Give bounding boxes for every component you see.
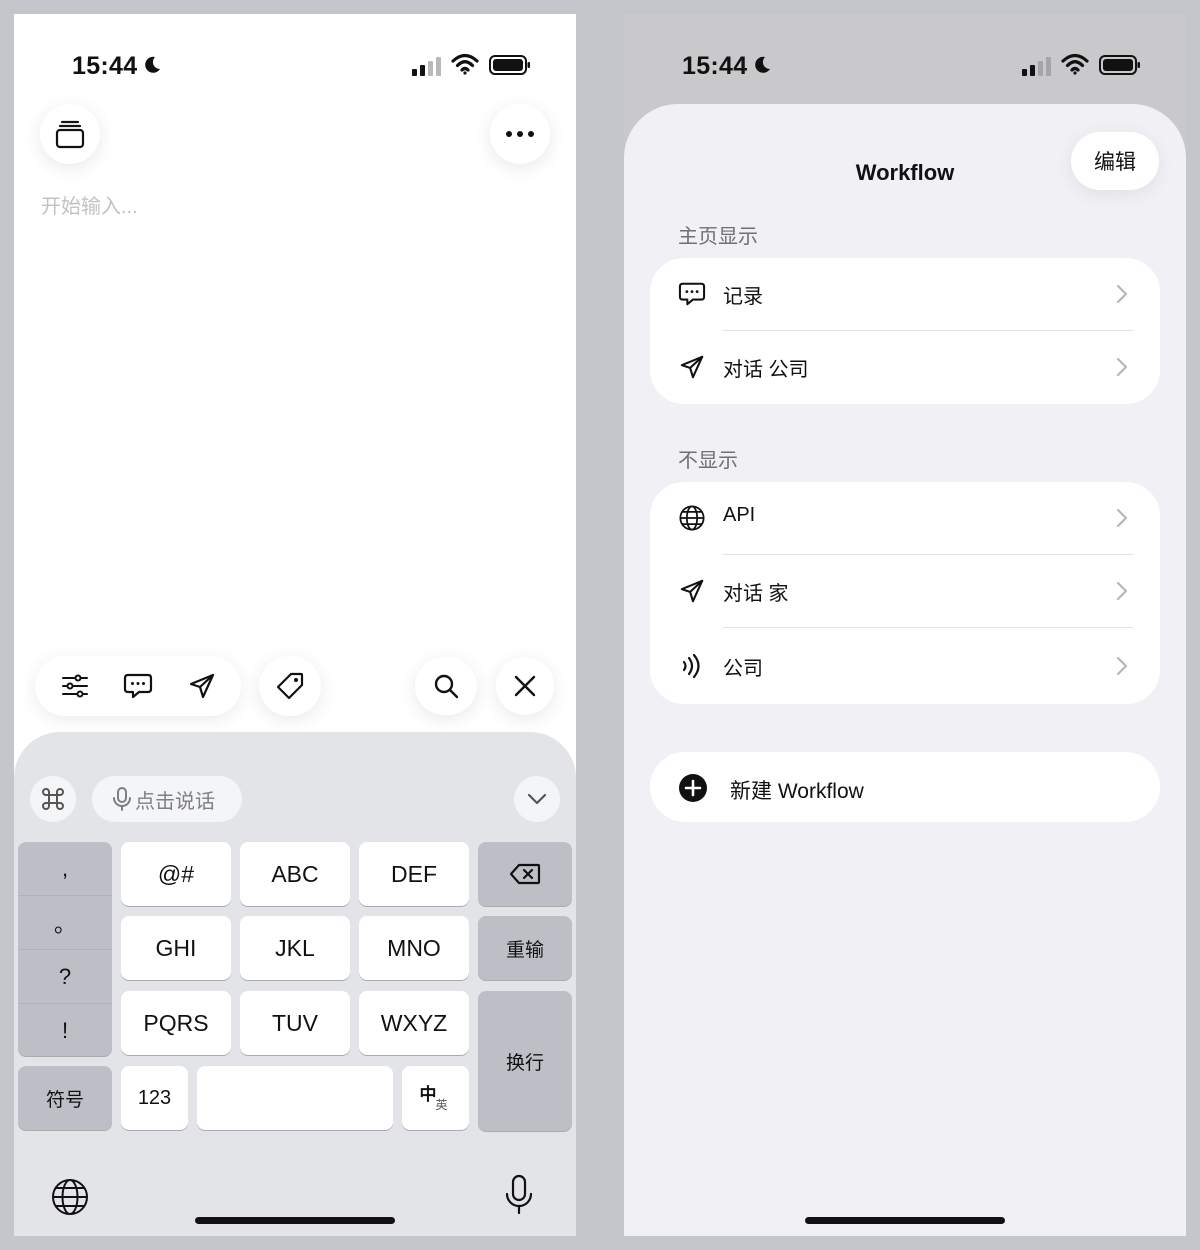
workflow-row[interactable]: 公司 (650, 630, 1160, 702)
key-tuv[interactable]: TUV (240, 991, 350, 1055)
cellular-signal-icon (1022, 57, 1051, 76)
globe-icon[interactable] (51, 1178, 89, 1216)
wifi-icon (1061, 53, 1089, 75)
chevron-down-icon (527, 793, 547, 805)
globe-icon (678, 504, 706, 532)
workflow-row[interactable]: API (650, 482, 1160, 554)
workflow-row[interactable]: 记录 (650, 258, 1160, 330)
punctuation-key[interactable]: ? (18, 950, 112, 1003)
key-wxyz[interactable]: WXYZ (359, 991, 469, 1055)
status-time: 15:44 (682, 52, 748, 80)
close-icon (514, 675, 536, 697)
close-button[interactable] (496, 657, 554, 715)
newline-key[interactable]: 换行 (478, 991, 572, 1131)
row-divider (723, 627, 1133, 628)
language-switch-glyph: 中 英 (420, 1082, 452, 1114)
wifi-icon (451, 53, 479, 75)
status-time: 15:44 (72, 52, 138, 80)
edit-button[interactable]: 编辑 (1071, 132, 1159, 190)
workflow-row-label: 对话 公司 (723, 359, 809, 381)
send-icon (678, 353, 706, 381)
symbols-key[interactable]: 符号 (18, 1066, 112, 1130)
section-label-shown: 主页显示 (678, 226, 758, 248)
battery-icon (489, 55, 530, 75)
stack-icon (55, 120, 85, 149)
command-icon (42, 788, 64, 810)
delete-key[interactable] (478, 842, 572, 906)
home-indicator (195, 1217, 395, 1224)
punctuation-key[interactable]: , (18, 842, 112, 895)
editor-toolbar (35, 656, 241, 716)
sliders-icon (62, 674, 88, 698)
cellular-signal-icon (412, 57, 441, 76)
workflow-row[interactable]: 对话 公司 (650, 331, 1160, 403)
language-switch-key[interactable]: 中 英 (402, 1066, 469, 1130)
battery-icon (1099, 55, 1140, 75)
chevron-right-icon (1116, 357, 1128, 377)
key-abc[interactable]: ABC (240, 842, 350, 906)
search-icon (434, 674, 459, 699)
lang-sub-label: 英 (435, 1098, 448, 1112)
workflow-screen: 15:44 Workflow 编辑 主页显示 记录 对话 公司 不显示 API … (624, 14, 1186, 1236)
punctuation-column[interactable]: , 。 ? ! (18, 842, 112, 1056)
chat-bubble-icon (123, 673, 153, 699)
lang-main-label: 中 (419, 1085, 437, 1104)
new-workflow-button[interactable]: 新建 Workflow (650, 752, 1160, 822)
send-button[interactable] (172, 656, 232, 716)
key-pqrs[interactable]: PQRS (121, 991, 231, 1055)
more-options-button[interactable] (490, 104, 550, 164)
key-mno[interactable]: MNO (359, 916, 469, 980)
numbers-key[interactable]: 123 (121, 1066, 188, 1130)
workflow-row[interactable]: 对话 家 (650, 555, 1160, 627)
status-bar: 15:44 (14, 14, 576, 118)
chevron-right-icon (1116, 508, 1128, 528)
new-workflow-label: 新建 Workflow (730, 780, 864, 803)
send-icon (678, 577, 706, 605)
note-input[interactable]: 开始输入... (41, 190, 138, 219)
punctuation-key[interactable]: 。 (18, 896, 112, 949)
punctuation-key[interactable]: ! (18, 1004, 112, 1057)
moon-icon (755, 56, 770, 73)
editor-screen: 15:44 开始输入... 点击说话 , 。 ? ! @# ABC DEF GH… (14, 14, 576, 1236)
hide-keyboard-button[interactable] (514, 776, 560, 822)
retype-key[interactable]: 重输 (478, 916, 572, 980)
voice-input-button[interactable]: 点击说话 (92, 776, 242, 822)
home-indicator (805, 1217, 1005, 1224)
backspace-icon (509, 863, 541, 885)
workflow-row-label: 对话 家 (723, 583, 789, 605)
hidden-workflows-card: API 对话 家 公司 (650, 482, 1160, 704)
microphone-icon (113, 787, 131, 811)
key-ghi[interactable]: GHI (121, 916, 231, 980)
chevron-right-icon (1116, 284, 1128, 304)
chevron-right-icon (1116, 581, 1128, 601)
chevron-right-icon (1116, 656, 1128, 676)
ellipsis-icon (506, 131, 534, 137)
workflow-sheet: Workflow 编辑 主页显示 记录 对话 公司 不显示 API 对话 家 公… (624, 104, 1186, 1236)
space-key[interactable] (197, 1066, 393, 1130)
record-button[interactable] (108, 656, 168, 716)
key-jkl[interactable]: JKL (240, 916, 350, 980)
workflow-row-label: 公司 (723, 658, 763, 680)
moon-icon (145, 56, 160, 73)
status-bar: 15:44 (624, 14, 1186, 118)
key-symbols-1[interactable]: @# (121, 842, 231, 906)
wave-icon (678, 652, 706, 680)
voice-input-label: 点击说话 (135, 790, 215, 813)
workflow-row-label: 记录 (723, 286, 763, 308)
tag-button[interactable] (259, 656, 321, 716)
send-icon (189, 673, 215, 699)
search-button[interactable] (415, 657, 477, 715)
workflow-row-label: API (723, 504, 756, 526)
tag-icon (276, 672, 304, 700)
settings-button[interactable] (45, 656, 105, 716)
dictation-microphone-icon[interactable] (504, 1174, 534, 1216)
key-def[interactable]: DEF (359, 842, 469, 906)
keyboard-menu-button[interactable] (30, 776, 76, 822)
shown-workflows-card: 记录 对话 公司 (650, 258, 1160, 404)
section-label-hidden: 不显示 (678, 450, 738, 472)
notes-stack-button[interactable] (40, 104, 100, 164)
chat-bubble-icon (678, 280, 706, 308)
plus-circle-icon (679, 774, 707, 802)
chinese-t9-keyboard: 点击说话 , 。 ? ! @# ABC DEF GHI JKL MNO 重输 P… (14, 732, 576, 1236)
